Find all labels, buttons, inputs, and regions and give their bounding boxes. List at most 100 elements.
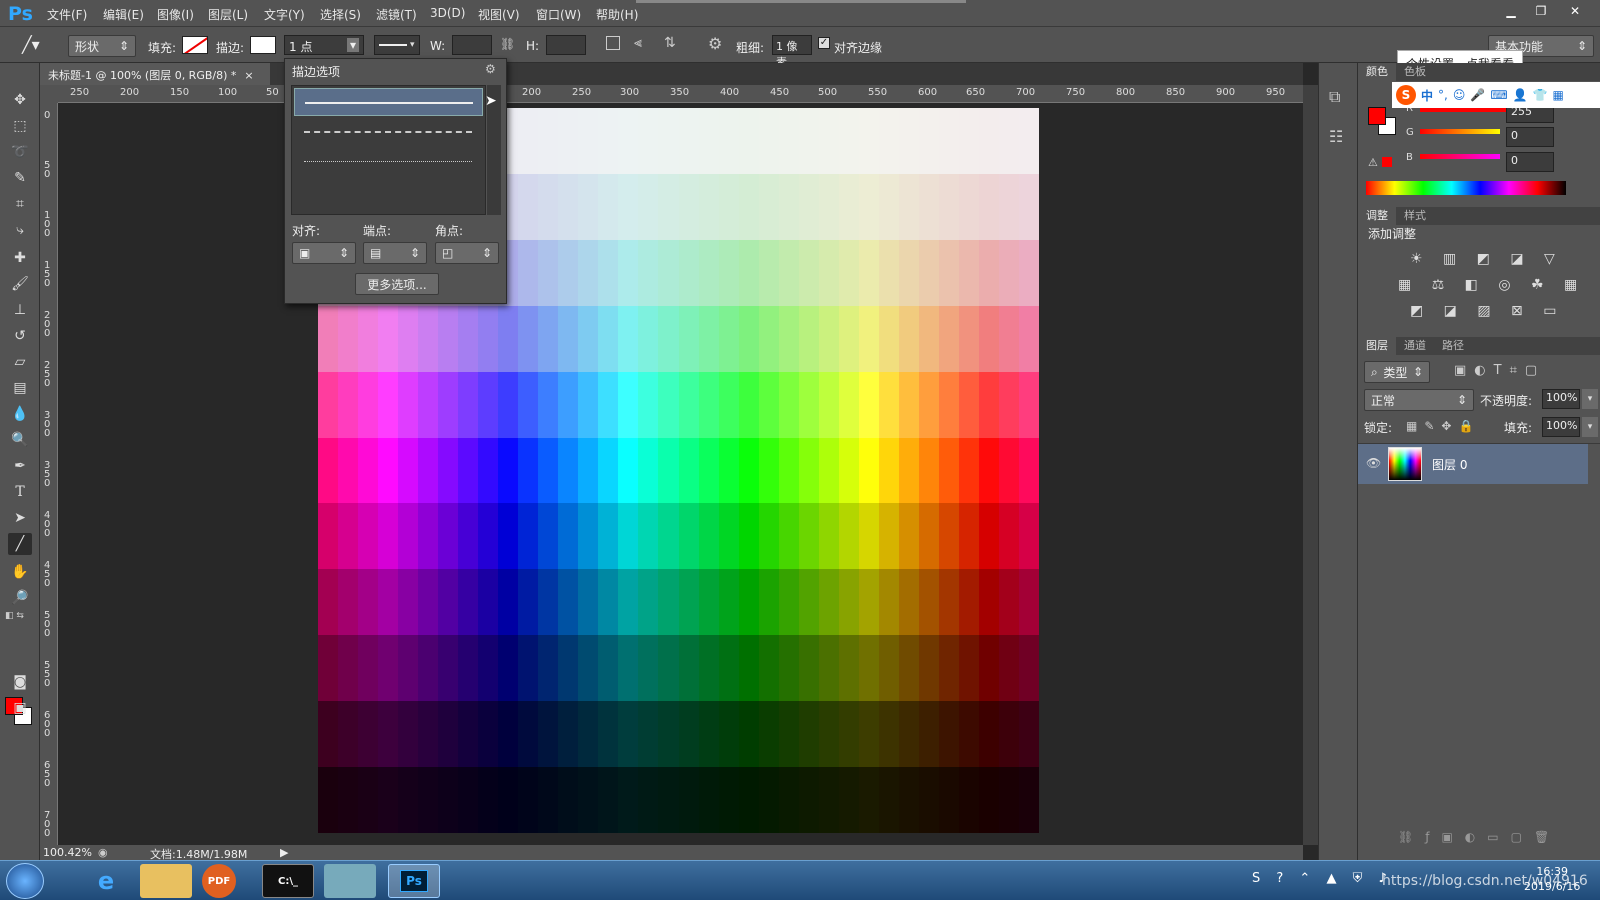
path-operations-icon[interactable] — [606, 36, 620, 50]
user-icon[interactable]: 👤 — [1513, 88, 1528, 102]
menu-item[interactable]: 3D(D) — [430, 6, 465, 20]
layer-filter-select[interactable]: ⌕ 类型 ⇕ — [1364, 361, 1430, 383]
height-input[interactable] — [546, 35, 586, 55]
menu-item[interactable]: 选择(S) — [320, 6, 361, 23]
brush-tool-icon[interactable]: 🖌 — [8, 273, 32, 295]
weight-input[interactable]: 1 像素 — [772, 35, 812, 69]
more-options-button[interactable]: 更多选项... — [355, 273, 439, 295]
adjustment-row-1-icons[interactable]: ☀ ▥ ◩ ◪ ▽ — [1410, 251, 1563, 267]
command-prompt-icon[interactable]: C:\_ — [262, 864, 314, 898]
move-tool-icon[interactable]: ✥ — [8, 89, 32, 111]
keyboard-icon[interactable]: ⌨ — [1490, 88, 1507, 102]
document-tab[interactable]: 未标题-1 @ 100% (图层 0, RGB/8) * × — [40, 63, 270, 85]
screen-mode-icon[interactable]: ▣ — [8, 697, 32, 719]
blend-mode-select[interactable]: 正常 ⇕ — [1364, 389, 1474, 411]
properties-panel-icon[interactable]: ☷ — [1329, 127, 1343, 146]
stroke-swatch[interactable] — [250, 36, 276, 54]
menu-item[interactable]: 滤镜(T) — [376, 6, 417, 23]
photo-viewer-icon[interactable] — [324, 864, 376, 898]
marquee-tool-icon[interactable]: ⬚ — [8, 115, 32, 137]
tab-paths[interactable]: 路径 — [1434, 337, 1472, 355]
fill-dropdown-icon[interactable]: ▾ — [1582, 417, 1598, 437]
crop-tool-icon[interactable]: ⌗ — [8, 193, 32, 215]
zoom-tool-icon[interactable]: 🔎 — [8, 587, 32, 609]
microphone-icon[interactable]: 🎤 — [1470, 88, 1485, 102]
align-select[interactable]: ▣ ⇕ — [292, 242, 356, 264]
channel-b-slider[interactable] — [1420, 154, 1500, 159]
restore-icon[interactable]: ❐ — [1526, 2, 1556, 20]
path-alignment-icon[interactable]: ⫷ — [634, 35, 642, 51]
gradient-tool-icon[interactable]: ▤ — [8, 377, 32, 399]
hand-tool-icon[interactable]: ✋ — [8, 561, 32, 583]
status-menu-arrow-icon[interactable]: ▶ — [280, 846, 288, 859]
eraser-tool-icon[interactable]: ▱ — [8, 351, 32, 373]
quick-mask-icon[interactable]: ◙ — [8, 671, 32, 693]
close-tab-icon[interactable]: × — [244, 69, 253, 82]
healing-brush-tool-icon[interactable]: ✚ — [8, 247, 32, 269]
system-tray-icons[interactable]: S ? ⌃ ▲ ⛨ ♪ — [1252, 871, 1393, 886]
clock[interactable]: 16:39 2019/6/16 — [1524, 864, 1580, 894]
minimize-icon[interactable]: ▁ — [1496, 2, 1526, 20]
menu-item[interactable]: 图像(I) — [157, 6, 194, 23]
start-button[interactable] — [6, 863, 44, 899]
menu-item[interactable]: 视图(V) — [478, 6, 520, 23]
opacity-input[interactable]: 100% — [1542, 389, 1580, 409]
ime-punctuation-mode[interactable]: °, — [1438, 88, 1448, 102]
tab-adjustments[interactable]: 调整 — [1358, 207, 1396, 225]
channel-b-input[interactable]: 0 — [1506, 152, 1554, 172]
vertical-scrollbar[interactable] — [1303, 85, 1318, 845]
stroke-solid-option[interactable] — [294, 88, 483, 116]
type-tool-icon[interactable]: T — [8, 481, 32, 503]
status-icon[interactable]: ◉ — [98, 846, 108, 859]
layer-filter-icons[interactable]: ▣◐T⌗▢ — [1454, 363, 1545, 378]
stroke-dashed-option[interactable] — [294, 118, 483, 146]
layers-footer-icons[interactable]: ⛓ƒ▣◐▭▢🗑 — [1358, 830, 1600, 852]
ime-toolbar[interactable]: S 中 °, ☺ 🎤 ⌨ 👤 👕 ▦ — [1392, 82, 1600, 108]
foreground-color-swatch[interactable] — [1368, 107, 1386, 125]
eye-icon[interactable]: 👁 — [1366, 456, 1381, 470]
channel-g-input[interactable]: 0 — [1506, 127, 1554, 147]
blur-tool-icon[interactable]: 💧 — [8, 403, 32, 425]
opacity-dropdown-icon[interactable]: ▾ — [1582, 389, 1598, 409]
sogou-logo-icon[interactable]: S — [1396, 85, 1416, 105]
photoshop-taskbar-icon[interactable]: Ps — [388, 864, 440, 898]
tab-layers[interactable]: 图层 — [1358, 337, 1396, 355]
tool-mode-select[interactable]: 形状 ⇕ — [68, 35, 136, 57]
adjustment-row-2-icons[interactable]: ▦ ⚖ ◧ ◎ ☘ ▦ — [1398, 277, 1585, 293]
menu-item[interactable]: 窗口(W) — [536, 6, 581, 23]
clone-stamp-tool-icon[interactable]: ⊥ — [8, 299, 32, 321]
history-panel-icon[interactable]: ⧉ — [1329, 87, 1340, 107]
adjustment-row-3-icons[interactable]: ◩ ◪ ▨ ⊠ ▭ — [1410, 303, 1564, 319]
eyedropper-tool-icon[interactable]: ⤷ — [8, 219, 32, 241]
corners-select[interactable]: ◰ ⇕ — [435, 242, 499, 264]
line-tool-icon[interactable]: ╱ — [8, 533, 32, 555]
path-arrangement-icon[interactable]: ⇅ — [664, 35, 676, 51]
layer-name[interactable]: 图层 0 — [1432, 456, 1467, 473]
ime-chinese-mode[interactable]: 中 — [1421, 87, 1433, 104]
gear-icon[interactable]: ⚙ — [708, 34, 722, 53]
pen-tool-icon[interactable]: ✒ — [8, 455, 32, 477]
lock-icons[interactable]: ▦✎✥🔒 — [1406, 419, 1480, 433]
tab-styles[interactable]: 样式 — [1396, 207, 1434, 225]
quick-selection-tool-icon[interactable]: ✎ — [8, 167, 32, 189]
fill-input[interactable]: 100% — [1542, 417, 1580, 437]
file-explorer-icon[interactable] — [140, 864, 192, 898]
line-tool-icon[interactable]: ╱▾ — [22, 35, 40, 54]
tab-swatches[interactable]: 色板 — [1396, 63, 1434, 81]
link-icon[interactable]: ⛓ — [500, 37, 515, 51]
dodge-tool-icon[interactable]: 🔍 — [8, 429, 32, 451]
pdf-reader-icon[interactable]: PDF — [202, 864, 236, 898]
gear-icon[interactable]: ⚙ — [485, 62, 496, 76]
path-selection-tool-icon[interactable]: ➤ — [8, 507, 32, 529]
default-colors-icon[interactable]: ◧ ⇆ — [5, 611, 24, 621]
stroke-type-select[interactable]: ▾ — [374, 35, 420, 55]
toolbox-icon[interactable]: ▦ — [1553, 88, 1564, 102]
width-input[interactable] — [452, 35, 492, 55]
layer-row[interactable]: 👁 图层 0 — [1358, 444, 1588, 484]
align-edges-checkbox[interactable]: ✓ — [818, 37, 830, 49]
menu-item[interactable]: 图层(L) — [208, 6, 248, 23]
stroke-width-field[interactable]: 1 点 ▾ — [284, 35, 364, 55]
lasso-tool-icon[interactable]: ➰ — [8, 141, 32, 163]
fill-swatch[interactable] — [182, 36, 208, 54]
menu-item[interactable]: 帮助(H) — [596, 6, 638, 23]
